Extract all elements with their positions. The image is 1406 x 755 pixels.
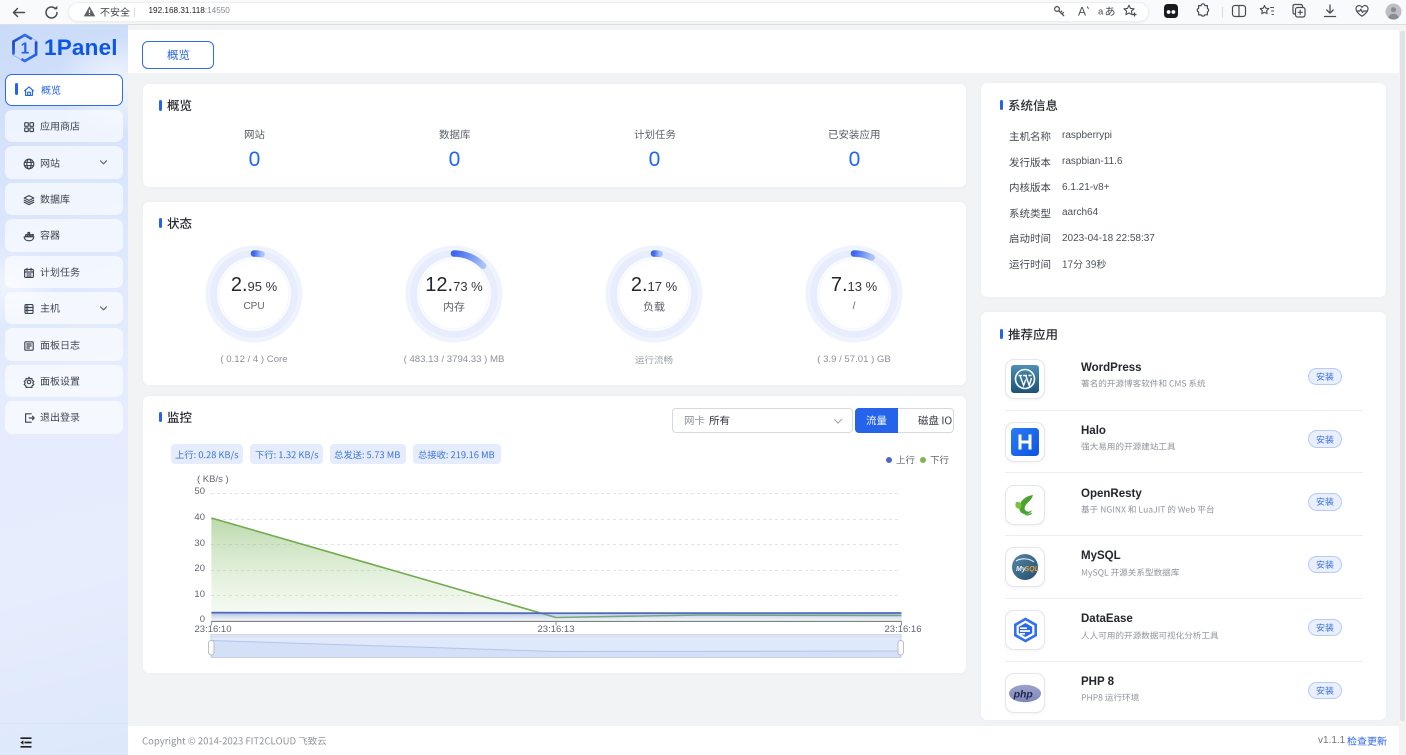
svg-text:SQL: SQL — [1024, 566, 1038, 573]
svg-text:php: php — [1012, 689, 1033, 701]
svg-text:1: 1 — [20, 40, 29, 57]
svg-text:a: a — [1098, 7, 1104, 18]
svg-text:A: A — [1078, 5, 1086, 19]
